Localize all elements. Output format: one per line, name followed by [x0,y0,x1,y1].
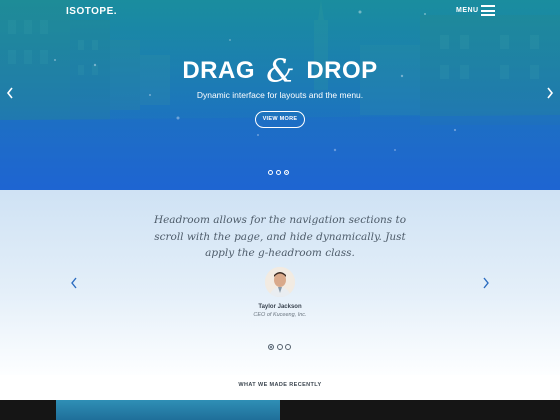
hero-title-left: DRAG [182,57,255,84]
testimonial-dot-2[interactable] [276,344,283,350]
testimonial-pagination [268,344,294,362]
hero-prev-chevron-left-icon[interactable] [5,86,15,100]
site-logo[interactable]: ISOTOPE. [66,6,117,17]
menu-label[interactable]: MENU [456,7,479,14]
hero-pagination [268,170,292,176]
hero-slider: ISOTOPE. MENU DRAG & DROP Dynamic interf… [0,0,560,190]
testimonial-name: Taylor Jackson [258,304,302,310]
testimonial-next-chevron-right-icon[interactable] [481,276,491,290]
hero-next-chevron-right-icon[interactable] [545,86,555,100]
view-more-button[interactable]: VIEW MORE [255,111,305,128]
avatar [265,267,295,297]
hero-dot-3[interactable] [284,170,289,175]
person-avatar-icon [265,267,295,297]
hamburger-icon[interactable] [481,5,495,16]
hero-dot-2[interactable] [276,170,281,175]
section-title: WHAT WE MADE RECENTLY [238,382,322,388]
hero-dot-1[interactable] [268,170,273,175]
hero-title-right: DROP [306,57,378,84]
testimonial-dot-1[interactable] [268,344,274,350]
testimonial-quote: Headroom allows for the navigation secti… [153,214,407,259]
testimonial-prev-chevron-left-icon[interactable] [69,276,79,290]
testimonial-role: CEO of Kuceeng, Inc. [253,312,307,318]
testimonial-dot-3[interactable] [285,344,291,350]
hero-subtitle: Dynamic interface for layouts and the me… [196,90,364,100]
hero-title-ampersand: & [266,52,296,90]
portfolio-item-image[interactable] [56,400,280,420]
hero-title: DRAG & DROP [0,52,560,90]
testimonial-section: Headroom allows for the navigation secti… [0,190,560,375]
